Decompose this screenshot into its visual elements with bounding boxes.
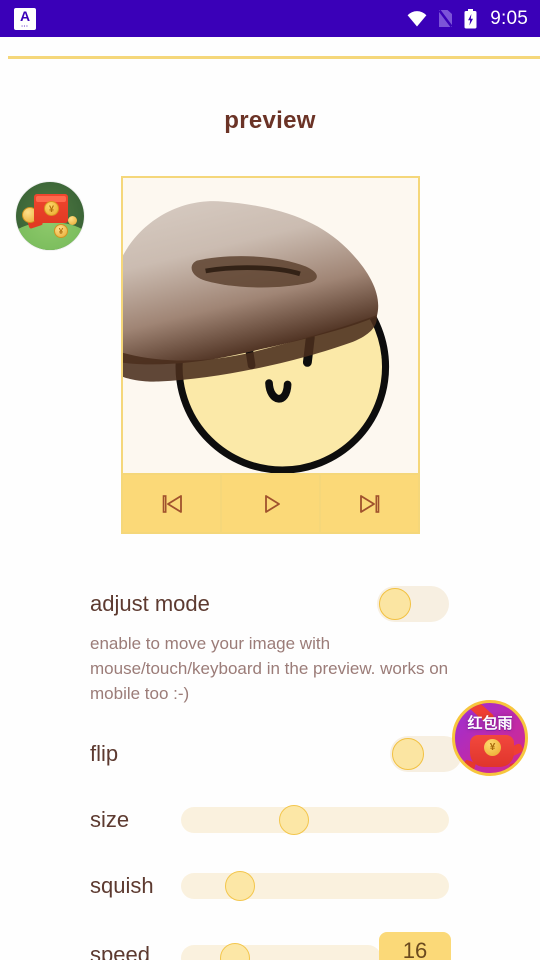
status-bar: A ••• 9:05: [0, 0, 540, 37]
header-divider: [8, 56, 540, 59]
squish-label: squish: [90, 873, 154, 898]
status-bar-clock: 9:05: [490, 7, 528, 29]
squish-slider[interactable]: [181, 871, 449, 901]
float-ad-coin: ¥: [484, 739, 501, 756]
speed-slider-knob[interactable]: [220, 943, 250, 960]
preview-artwork: [123, 201, 390, 473]
speed-slider[interactable]: [181, 943, 381, 960]
adjust-mode-description: enable to move your image with mouse/tou…: [90, 634, 449, 703]
avatar-ad-coin-small: ¥: [54, 224, 68, 238]
next-frame-button[interactable]: [321, 475, 418, 532]
adjust-mode-label: adjust mode: [90, 591, 210, 616]
play-icon: [258, 493, 284, 515]
size-slider-knob[interactable]: [278, 805, 309, 835]
squish-slider-knob[interactable]: [224, 871, 255, 901]
adjust-mode-toggle-knob: [379, 588, 411, 620]
preview-canvas[interactable]: [121, 176, 420, 475]
play-button[interactable]: [222, 475, 321, 532]
previous-frame-button[interactable]: [123, 475, 222, 532]
red-envelope-avatar-ad[interactable]: ¥ ¥: [16, 182, 84, 250]
skip-back-icon: [159, 493, 185, 515]
no-sim-icon: [438, 9, 453, 28]
size-slider[interactable]: [181, 805, 449, 835]
avatar-ad-grass: [16, 222, 84, 250]
flip-toggle-knob: [392, 738, 424, 770]
red-envelope-rain-ad[interactable]: ¥ 红包雨: [452, 700, 528, 776]
size-label: size: [90, 807, 130, 832]
page-title: preview: [224, 107, 316, 134]
speed-row: speed: [0, 940, 540, 960]
battery-charging-icon: [464, 8, 477, 29]
flip-label: flip: [90, 741, 119, 766]
status-bar-indicators: 9:05: [407, 8, 528, 30]
skip-forward-icon: [357, 493, 383, 515]
size-row: size: [0, 805, 540, 835]
app-badge-letter: A: [19, 8, 31, 24]
preview-section: [121, 176, 420, 534]
speed-value-field[interactable]: 16: [379, 932, 451, 960]
app-badge-subtext: •••: [21, 23, 29, 28]
squish-row: squish: [0, 871, 540, 901]
speed-label: speed: [90, 942, 150, 960]
app-root: A ••• 9:05 preview ¥ ¥ adjust mode enabl…: [0, 0, 540, 960]
app-letter-a-icon: A •••: [14, 7, 36, 30]
wifi-icon: [407, 10, 427, 27]
adjust-mode-toggle[interactable]: [377, 586, 449, 622]
avatar-ad-coin-tiny: [68, 216, 77, 225]
float-ad-label: 红包雨: [467, 715, 513, 732]
preview-transport-bar: [121, 475, 420, 534]
avatar-ad-coin-center: ¥: [44, 201, 59, 216]
adjust-mode-row: adjust mode: [0, 586, 540, 622]
